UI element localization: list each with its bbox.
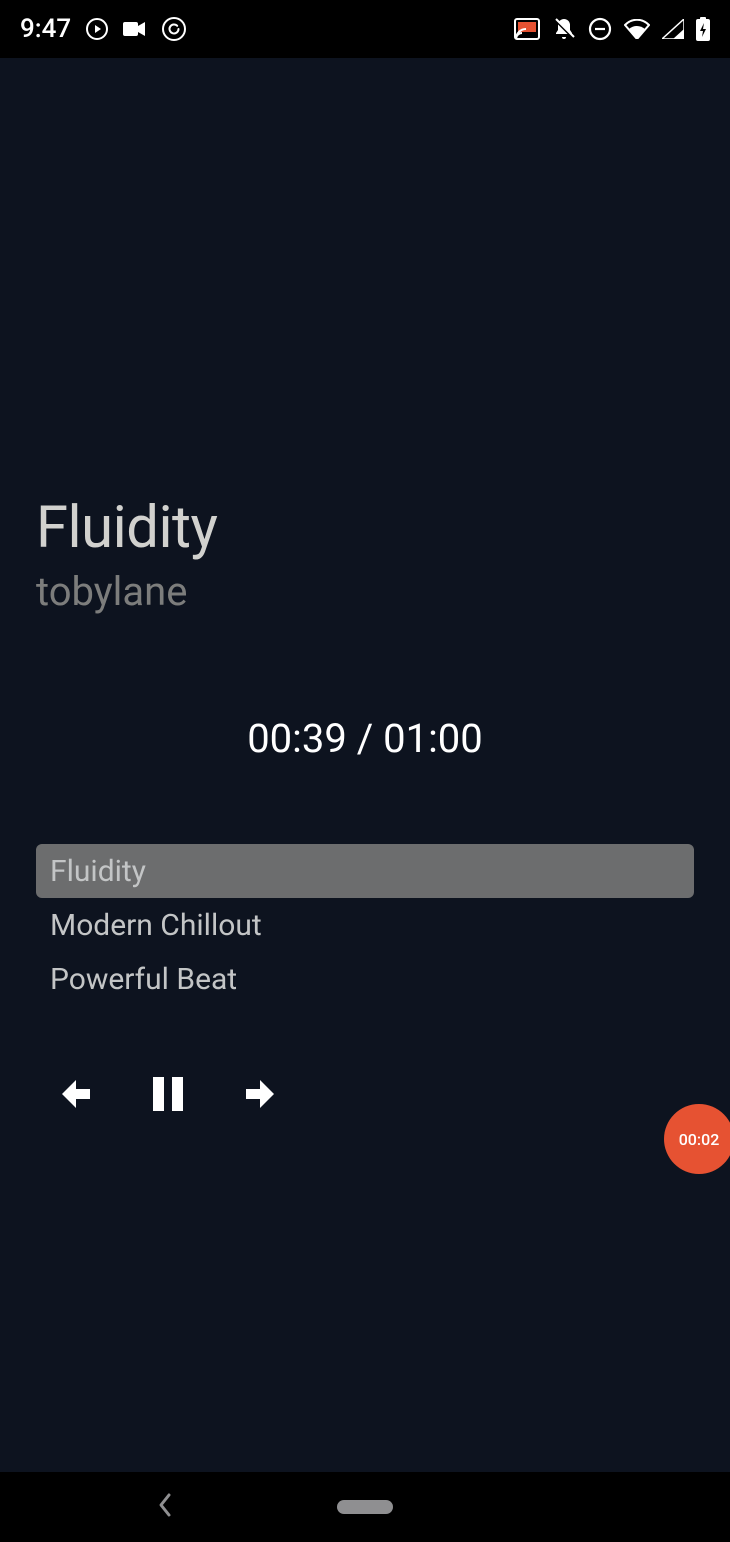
playlist-item[interactable]: Modern Chillout — [36, 898, 694, 952]
video-camera-icon — [123, 20, 147, 38]
cellular-signal-icon — [662, 19, 684, 39]
status-bar: 9:47 — [0, 0, 730, 58]
pause-icon — [147, 1073, 189, 1115]
playlist-item-label: Powerful Beat — [50, 962, 237, 997]
system-nav-bar — [0, 1472, 730, 1542]
recording-badge-label: 00:02 — [679, 1130, 720, 1149]
play-circle-icon — [85, 17, 109, 41]
recording-time-badge[interactable]: 00:02 — [664, 1104, 730, 1174]
player-screen: Fluidity tobylane 00:39 / 01:00 Fluidity… — [0, 58, 730, 1472]
nav-home-pill[interactable] — [337, 1500, 393, 1514]
bell-off-icon — [552, 17, 576, 41]
status-left: 9:47 — [20, 14, 187, 44]
playlist: Fluidity Modern Chillout Powerful Beat — [36, 844, 694, 1006]
playlist-item[interactable]: Fluidity — [36, 844, 694, 898]
track-title: Fluidity — [36, 494, 694, 562]
time-display: 00:39 / 01:00 — [36, 715, 694, 762]
previous-button[interactable] — [50, 1070, 98, 1118]
at-circle-icon — [161, 16, 187, 42]
playback-controls — [36, 1070, 694, 1118]
status-clock: 9:47 — [20, 14, 71, 44]
playlist-item-label: Modern Chillout — [50, 908, 262, 943]
do-not-disturb-icon — [588, 17, 612, 41]
track-artist: tobylane — [36, 568, 694, 615]
status-right — [514, 17, 710, 41]
playlist-item-label: Fluidity — [50, 854, 146, 889]
battery-charging-icon — [696, 17, 710, 41]
chevron-left-icon — [156, 1504, 174, 1523]
wifi-icon — [624, 19, 650, 39]
playlist-item[interactable]: Powerful Beat — [36, 952, 694, 1006]
nav-back-button[interactable] — [156, 1491, 174, 1523]
pause-button[interactable] — [144, 1070, 192, 1118]
cast-icon — [514, 18, 540, 40]
arrow-left-icon — [52, 1072, 96, 1116]
arrow-right-icon — [240, 1072, 284, 1116]
next-button[interactable] — [238, 1070, 286, 1118]
